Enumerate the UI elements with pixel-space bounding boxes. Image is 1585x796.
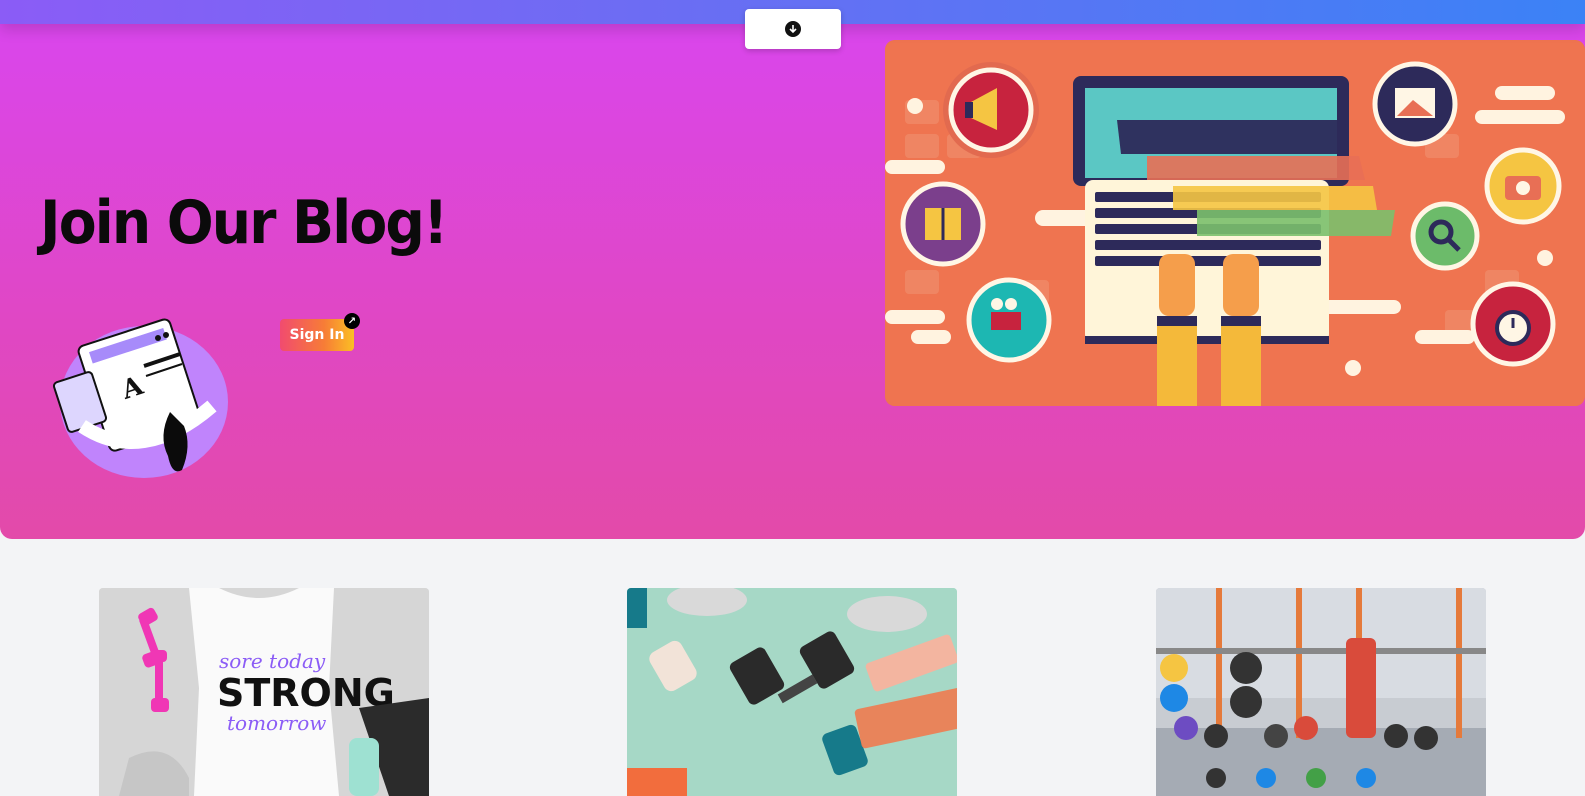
hero-section: Join Our Blog! A Sign In ↗	[0, 0, 1585, 539]
external-link-icon: ↗	[344, 313, 360, 329]
shirt-text-line1: sore today	[219, 649, 326, 673]
video-camera-icon	[966, 277, 1052, 363]
sign-in-button[interactable]: Sign In ↗	[280, 313, 360, 351]
search-icon	[1410, 201, 1480, 271]
scroll-down-button[interactable]	[745, 9, 841, 49]
arrow-down-circle-icon	[785, 21, 801, 37]
blog-cards: sore today STRONG tomorrow	[0, 588, 1585, 796]
blog-card-image-fitness-shirt[interactable]: sore today STRONG tomorrow	[99, 588, 429, 796]
blog-illustration: A	[52, 316, 232, 482]
hero-title: Join Our Blog!	[40, 188, 448, 258]
hero-illustration	[885, 40, 1585, 406]
stopwatch-icon	[1470, 281, 1556, 367]
shirt-text-line3: tomorrow	[227, 711, 326, 735]
blog-card-image-gym[interactable]	[1156, 588, 1486, 796]
book-icon	[900, 181, 986, 267]
blog-card-image-dumbbells[interactable]	[627, 588, 957, 796]
camera-icon	[1484, 147, 1562, 225]
megaphone-icon	[943, 62, 1039, 158]
image-icon	[1372, 61, 1458, 147]
sign-in-label: Sign In	[289, 327, 345, 343]
